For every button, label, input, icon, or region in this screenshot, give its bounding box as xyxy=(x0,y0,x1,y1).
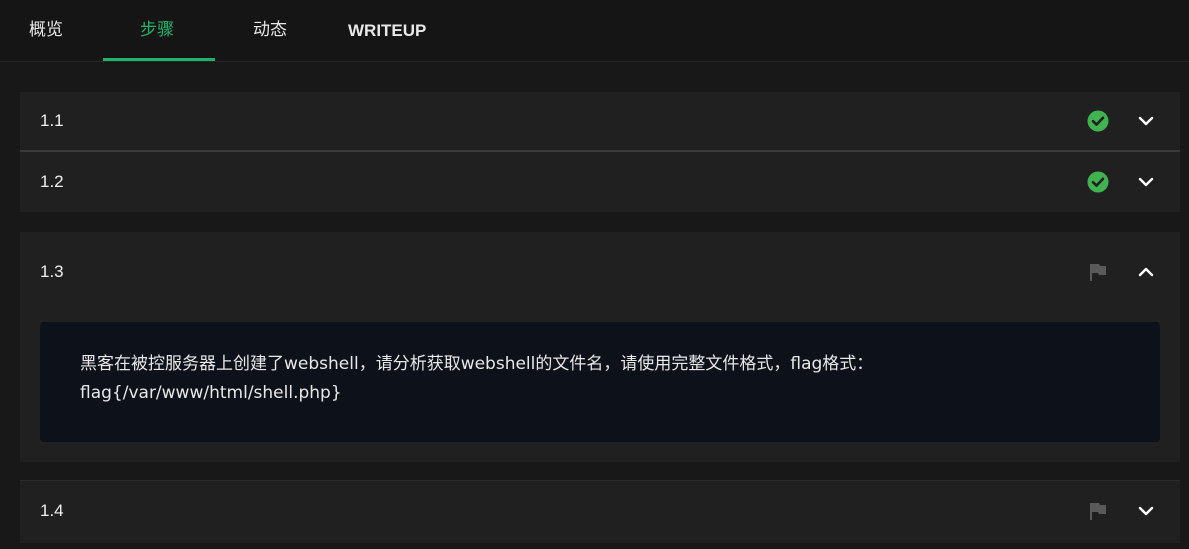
chevron-down-icon[interactable] xyxy=(1135,500,1157,522)
step-header-1-4[interactable]: 1.4 xyxy=(20,481,1180,541)
check-circle-icon xyxy=(1087,171,1109,193)
step-title: 1.2 xyxy=(40,172,64,191)
flag-icon xyxy=(1090,503,1106,520)
step-title: 1.3 xyxy=(40,262,64,281)
chevron-down-icon[interactable] xyxy=(1135,110,1157,132)
tab-overview[interactable]: 概览 xyxy=(29,0,63,61)
tab-bar: 概览 步骤 动态 WRITEUP xyxy=(0,0,1189,62)
step-item-1-4: 1.4 xyxy=(20,480,1180,543)
step-title: 1.1 xyxy=(40,111,64,130)
step-header-1-2[interactable]: 1.2 xyxy=(20,152,1180,212)
tab-activity[interactable]: 动态 xyxy=(253,0,287,61)
flag-icon xyxy=(1090,264,1106,281)
step-item-1-1: 1.1 xyxy=(20,92,1180,150)
step-item-1-2: 1.2 xyxy=(20,152,1180,212)
step-header-1-3[interactable]: 1.3 xyxy=(20,232,1180,312)
chevron-down-icon[interactable] xyxy=(1135,171,1157,193)
tab-writeup[interactable]: WRITEUP xyxy=(348,0,426,61)
step-header-1-1[interactable]: 1.1 xyxy=(20,92,1180,152)
check-circle-icon xyxy=(1087,110,1109,132)
question-panel: 黑客在被控服务器上创建了webshell，请分析获取webshell的文件名，请… xyxy=(40,322,1160,442)
step-item-1-3: 1.3 黑客在被控服务器上创建了webshell，请分析获取webshell的文… xyxy=(20,232,1180,462)
active-tab-indicator xyxy=(103,58,215,61)
step-title: 1.4 xyxy=(40,501,64,520)
question-text: 黑客在被控服务器上创建了webshell，请分析获取webshell的文件名，请… xyxy=(80,354,874,403)
chevron-up-icon[interactable] xyxy=(1135,261,1157,283)
tab-steps[interactable]: 步骤 xyxy=(140,0,174,61)
